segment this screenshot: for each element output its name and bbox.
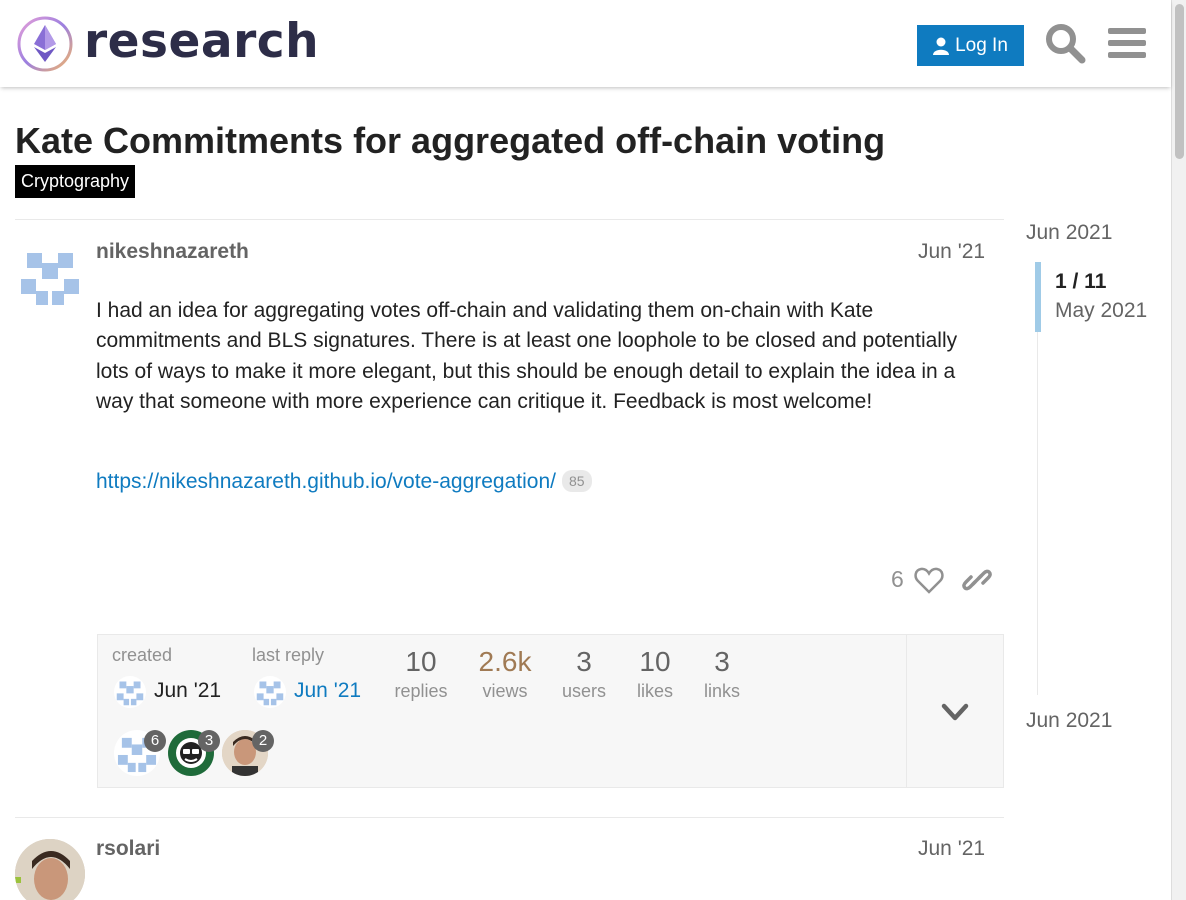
chevron-down-icon[interactable] (940, 697, 970, 727)
stat-replies-value: 10 (405, 646, 437, 677)
person-photo-avatar-icon (15, 839, 85, 900)
stat-links-value: 3 (714, 646, 730, 677)
avatar[interactable] (114, 676, 146, 708)
identicon-avatar-icon (15, 241, 85, 311)
user-icon (933, 37, 950, 55)
timeline-position-date: May 2021 (1055, 299, 1148, 322)
post-divider (15, 817, 1004, 818)
page-scrollbar[interactable] (1171, 0, 1186, 900)
stat-views-label: views (482, 681, 528, 701)
login-button[interactable]: Log In (917, 25, 1024, 66)
topic-title[interactable]: Kate Commitments for aggregated off-chai… (15, 120, 885, 162)
stat-views-value: 2.6k (478, 646, 532, 677)
site-logo-text[interactable]: research (84, 14, 319, 69)
last-reply-date[interactable]: Jun '21 (294, 679, 361, 703)
avatar[interactable] (15, 241, 85, 311)
search-icon[interactable] (1044, 22, 1086, 64)
post-date[interactable]: Jun '21 (918, 240, 985, 264)
site-header: research Log In (0, 0, 1171, 87)
participant-post-count: 6 (144, 730, 166, 752)
like-count[interactable]: 6 (891, 566, 904, 593)
participant-post-count: 2 (252, 730, 274, 752)
stat-users-value: 3 (576, 646, 592, 677)
participant-post-count: 3 (198, 730, 220, 752)
share-link-icon[interactable] (962, 565, 992, 595)
identicon-avatar-icon (114, 676, 146, 708)
stat-links-label: links (703, 681, 740, 701)
timeline-handle[interactable] (1035, 262, 1041, 332)
post-username[interactable]: nikeshnazareth (96, 240, 249, 264)
post-username[interactable]: rsolari (96, 837, 160, 861)
login-label: Log In (955, 34, 1008, 56)
post-link[interactable]: https://nikeshnazareth.github.io/vote-ag… (96, 470, 592, 494)
stat-users-label: users (561, 681, 606, 701)
timeline-start-date[interactable]: Jun 2021 (1026, 221, 1112, 245)
site-logo-icon[interactable] (16, 15, 74, 73)
created-label: created (112, 645, 173, 665)
timeline-end-date[interactable]: Jun 2021 (1026, 709, 1112, 733)
last-reply-label: last reply (252, 645, 325, 665)
heart-icon[interactable] (914, 566, 944, 594)
post-date[interactable]: Jun '21 (918, 837, 985, 861)
identicon-avatar-icon (254, 676, 286, 708)
post-body: I had an idea for aggregating votes off-… (96, 299, 958, 413)
post-divider (15, 219, 1004, 220)
link-click-count: 85 (561, 470, 592, 492)
scrollbar-thumb[interactable] (1175, 4, 1184, 159)
created-date: Jun '21 (154, 679, 222, 702)
avatar[interactable] (254, 676, 286, 708)
category-badge[interactable]: Cryptography (15, 165, 136, 198)
stat-replies-label: replies (394, 681, 448, 701)
avatar[interactable] (15, 839, 85, 900)
post-link-text[interactable]: https://nikeshnazareth.github.io/vote-ag… (96, 470, 556, 493)
timeline-position: 1 / 11 (1055, 270, 1107, 293)
hamburger-menu-icon[interactable] (1106, 22, 1148, 64)
